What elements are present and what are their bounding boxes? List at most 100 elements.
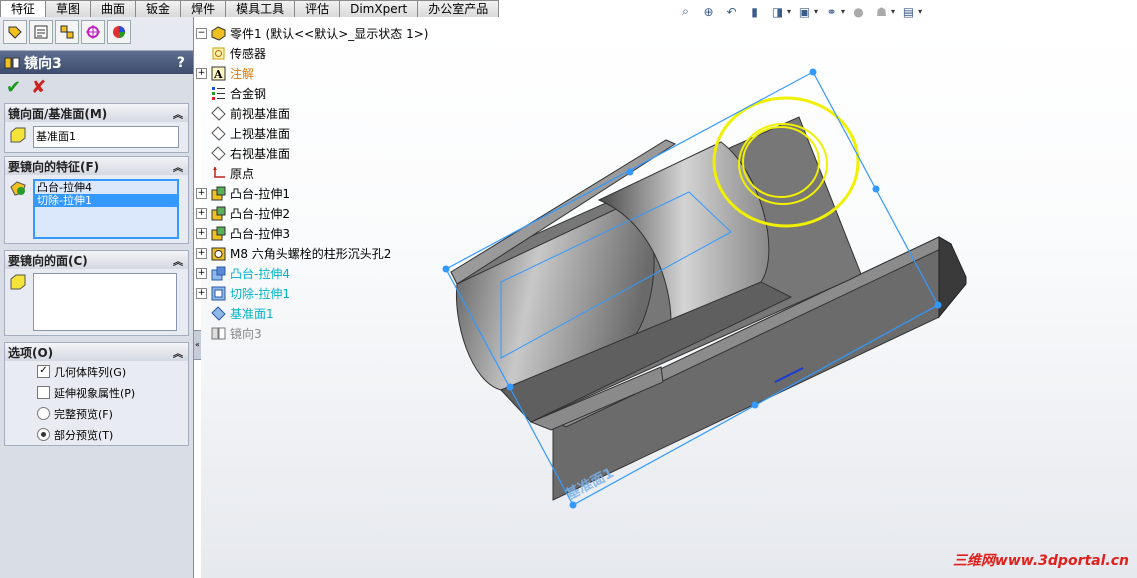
mirror-plane-group-header[interactable]: 镜向面/基准面(M) ︽ [5, 104, 188, 122]
edit-appearance-icon[interactable]: ● [849, 3, 868, 20]
plane-icon [211, 125, 226, 141]
tree-item-origin[interactable]: 原点 [211, 164, 254, 182]
geometry-pattern-option[interactable]: ✓ 几何体阵列(G) [5, 361, 188, 382]
partial-preview-radio[interactable] [37, 428, 50, 441]
feature-manager-icon[interactable] [3, 20, 27, 44]
chevron-down-icon[interactable]: ▾ [841, 7, 845, 16]
list-item[interactable]: 切除-拉伸1 [35, 194, 177, 207]
faces-to-mirror-list[interactable] [33, 273, 177, 331]
tree-item-material[interactable]: 合金钢 [211, 84, 266, 102]
tree-item-label: 镜向3 [230, 326, 262, 341]
chevron-down-icon[interactable]: ▾ [918, 7, 922, 16]
tab-mold-tools[interactable]: 模具工具 [225, 0, 296, 17]
collapse-icon[interactable]: − [196, 27, 207, 39]
tab-office-products[interactable]: 办公室产品 [417, 0, 500, 17]
expand-icon[interactable]: + [196, 227, 207, 239]
graphics-area[interactable]: 基准面1 [201, 22, 1137, 578]
tree-item-boss-extrude2[interactable]: + 凸台-拉伸2 [196, 204, 290, 222]
help-button[interactable]: ? [177, 55, 185, 71]
collapse-icon[interactable]: ︽ [173, 159, 183, 174]
property-manager-title: 镜向3 [24, 55, 62, 72]
ok-button[interactable]: ✔ [6, 77, 21, 98]
tree-item-cut-extrude1[interactable]: + 切除-拉伸1 [196, 284, 290, 302]
model-view[interactable]: 基准面1 [201, 22, 1137, 578]
annotation-icon: A [211, 66, 226, 81]
collapse-icon[interactable]: ︽ [173, 106, 183, 121]
dimxpert-manager-icon[interactable] [81, 20, 105, 44]
tree-item-boss-extrude3[interactable]: + 凸台-拉伸3 [196, 224, 290, 242]
collapse-icon[interactable]: ︽ [173, 253, 183, 268]
propagate-visual-option[interactable]: 延伸视象属性(P) [5, 382, 188, 403]
mirror-plane-field[interactable]: 基准面1 [33, 126, 179, 148]
tab-weldments[interactable]: 焊件 [180, 0, 227, 17]
partial-preview-option[interactable]: 部分预览(T) [5, 424, 188, 445]
property-manager-icon[interactable] [29, 20, 53, 44]
configuration-manager-icon[interactable] [55, 20, 79, 44]
ok-cancel-bar: ✔ ✘ [0, 74, 193, 100]
tree-item-front-plane[interactable]: 前视基准面 [211, 104, 290, 122]
tab-dimxpert[interactable]: DimXpert [339, 0, 419, 17]
tree-item-boss-extrude1[interactable]: + 凸台-拉伸1 [196, 184, 290, 202]
boss-extrude-icon [211, 226, 226, 241]
expand-icon[interactable]: + [196, 207, 207, 219]
expand-icon[interactable]: + [196, 287, 207, 299]
geometry-pattern-checkbox[interactable]: ✓ [37, 365, 50, 378]
list-item[interactable]: 凸台-拉伸4 [35, 181, 177, 194]
tree-item-mirror3[interactable]: 镜向3 [211, 324, 262, 342]
tree-item-hole-wizard[interactable]: + M8 六角头螺栓的柱形沉头孔2 [196, 244, 391, 262]
expand-icon[interactable]: + [196, 247, 207, 259]
view-orientation-icon[interactable]: ◨ [768, 3, 787, 20]
section-view-icon[interactable]: ▮ [745, 3, 764, 20]
tab-sheet-metal[interactable]: 钣金 [135, 0, 182, 17]
tree-item-label: 凸台-拉伸4 [230, 266, 290, 281]
features-to-mirror-group-header[interactable]: 要镜向的特征(F) ︽ [5, 157, 188, 175]
plane-selection-icon [10, 127, 26, 143]
chevron-down-icon[interactable]: ▾ [814, 7, 818, 16]
boss-extrude-icon [211, 266, 226, 281]
tree-item-top-plane[interactable]: 上视基准面 [211, 124, 290, 142]
tab-evaluate[interactable]: 评估 [294, 0, 341, 17]
display-style-icon[interactable]: ▣ [795, 3, 814, 20]
chevron-down-icon[interactable]: ▾ [891, 7, 895, 16]
tree-item-annotations[interactable]: + A 注解 [196, 64, 254, 82]
tree-root[interactable]: − 零件1 (默认<<默认>_显示状态 1>) [196, 24, 428, 42]
tree-item-label: 凸台-拉伸2 [230, 206, 290, 221]
previous-view-icon[interactable]: ↶ [722, 3, 741, 20]
tree-item-label: 凸台-拉伸1 [230, 186, 290, 201]
expand-icon[interactable]: + [196, 267, 207, 279]
boss-extrude-icon [211, 206, 226, 221]
zoom-to-fit-icon[interactable]: ⌕ [676, 3, 695, 20]
face-selection-icon [10, 274, 26, 290]
full-preview-option[interactable]: 完整预览(F) [5, 403, 188, 424]
features-to-mirror-group-title: 要镜向的特征(F) [8, 159, 100, 174]
tree-item-sensors[interactable]: 传感器 [211, 44, 266, 62]
hide-show-items-icon[interactable]: ⚭ [822, 3, 841, 20]
expand-icon[interactable]: + [196, 187, 207, 199]
faces-to-mirror-group-header[interactable]: 要镜向的面(C) ︽ [5, 251, 188, 269]
options-group-header[interactable]: 选项(O) ︽ [5, 343, 188, 361]
tree-item-boss-extrude4[interactable]: + 凸台-拉伸4 [196, 264, 290, 282]
display-manager-icon[interactable] [107, 20, 131, 44]
view-settings-icon[interactable]: ▤ [899, 3, 918, 20]
tab-surface[interactable]: 曲面 [90, 0, 137, 17]
origin-icon [211, 166, 226, 181]
view-toolbar: ⌕ ⊕ ↶ ▮ ◨ ▾ ▣ ▾ ⚭ ▾ ● ☗ ▾ ▤ ▾ [676, 3, 922, 20]
command-manager-tabs: 特征 草图 曲面 钣金 焊件 模具工具 评估 DimXpert 办公室产品 [0, 0, 500, 18]
plane-icon [211, 305, 226, 321]
apply-scene-icon[interactable]: ☗ [872, 3, 891, 20]
tab-sketch[interactable]: 草图 [45, 0, 92, 17]
propagate-visual-checkbox[interactable] [37, 386, 50, 399]
full-preview-radio[interactable] [37, 407, 50, 420]
cancel-button[interactable]: ✘ [31, 77, 46, 98]
tree-item-right-plane[interactable]: 右视基准面 [211, 144, 290, 162]
tab-features[interactable]: 特征 [0, 0, 47, 18]
features-to-mirror-list[interactable]: 凸台-拉伸4 切除-拉伸1 [33, 179, 179, 239]
tree-item-plane1[interactable]: 基准面1 [211, 304, 274, 322]
base-plate-side[interactable] [938, 236, 967, 319]
tree-item-label: 凸台-拉伸3 [230, 226, 290, 241]
expand-icon[interactable]: + [196, 67, 207, 79]
collapse-icon[interactable]: ︽ [173, 345, 183, 360]
chevron-down-icon[interactable]: ▾ [787, 7, 791, 16]
hole-wizard-icon [211, 246, 226, 261]
zoom-to-area-icon[interactable]: ⊕ [699, 3, 718, 20]
